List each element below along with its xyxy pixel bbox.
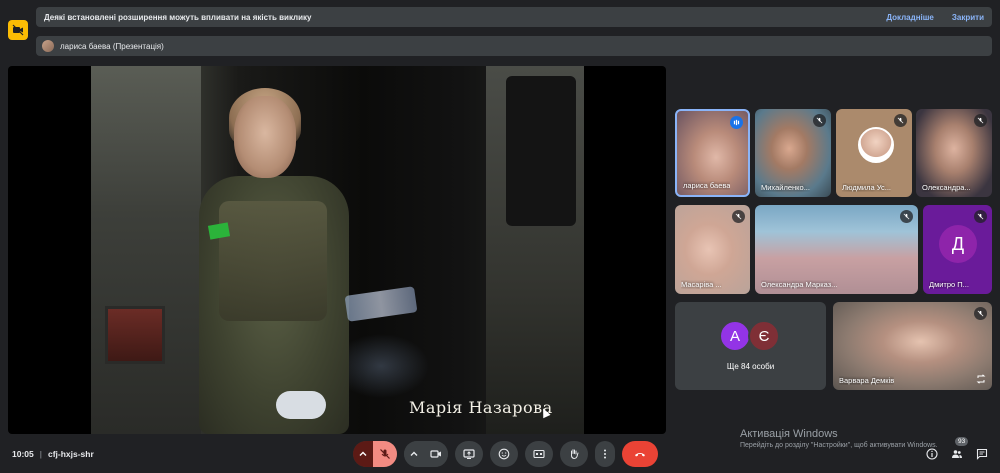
people-button[interactable]: 93	[949, 437, 969, 462]
participant-tile[interactable]: Масаріва ...	[675, 205, 750, 294]
camera-toggle-button[interactable]	[424, 441, 448, 467]
slide-caption: Марія Назарова	[409, 398, 553, 417]
self-view-icon[interactable]	[976, 374, 986, 384]
mic-off-icon	[974, 210, 987, 223]
call-end-icon	[635, 453, 645, 457]
people-icon	[952, 450, 962, 458]
close-banner-link[interactable]: Закрити	[952, 13, 984, 22]
participant-tile[interactable]: Д Дмитро П...	[923, 205, 992, 294]
participant-name: лариса баева	[683, 181, 731, 190]
participant-tile[interactable]: Людмила Ус...	[836, 109, 912, 197]
leave-call-button[interactable]	[622, 441, 658, 467]
presenter-bar: лариса баева (Презентація)	[36, 36, 992, 56]
watermark-subtitle: Перейдіть до розділу "Настройки", щоб ак…	[740, 442, 938, 449]
raise-hand-button[interactable]	[560, 441, 588, 467]
mic-off-icon	[974, 114, 987, 127]
participant-name: Масаріва ...	[681, 280, 722, 289]
mic-off-icon	[900, 210, 913, 223]
van-side	[91, 66, 201, 434]
presentation-slide: Марія Назарова	[91, 66, 584, 434]
soldier-face	[234, 96, 296, 178]
camera-options-button[interactable]	[404, 441, 424, 467]
participant-name: Дмитро П...	[929, 280, 969, 289]
videocam-icon	[430, 450, 441, 458]
participant-tile[interactable]: Михайленко...	[755, 109, 831, 197]
mic-options-button[interactable]	[353, 441, 373, 467]
mic-toggle-button[interactable]	[373, 441, 397, 467]
mic-off-icon	[813, 114, 826, 127]
plastic-bag	[344, 286, 418, 322]
participant-tile[interactable]: Варвара Демків	[833, 302, 992, 390]
reactions-button[interactable]	[490, 441, 518, 467]
van-window	[506, 76, 576, 226]
more-options-button[interactable]	[595, 441, 615, 467]
extension-warning-icon[interactable]	[8, 20, 28, 40]
van-tail-light	[105, 306, 165, 364]
chat-icon	[976, 448, 988, 460]
present-screen-button[interactable]	[455, 441, 483, 467]
participant-name: Олександра...	[922, 183, 971, 192]
chevron-up-icon	[359, 451, 367, 456]
closed-captions-icon	[533, 449, 545, 459]
participants-count-badge: 93	[955, 437, 969, 446]
participant-name: Людмила Ус...	[842, 183, 891, 192]
call-controls	[353, 441, 665, 467]
more-participants-tile[interactable]: А Є Ще 84 особи	[675, 302, 826, 390]
details-link[interactable]: Докладніше	[886, 13, 934, 22]
mic-off-icon	[380, 449, 390, 459]
participant-letter-avatar: Є	[748, 320, 780, 352]
info-icon	[926, 448, 938, 460]
meeting-info: 10:05 | cfj-hxjs-shr	[12, 449, 94, 459]
side-panel-buttons: 93	[924, 437, 999, 462]
windows-activation-watermark: Активація Windows Перейдіть до розділу "…	[740, 428, 938, 449]
chevron-up-icon	[410, 451, 418, 456]
banner-message: Деякі встановлені розширення можуть впли…	[44, 12, 312, 22]
more-vert-icon	[604, 449, 606, 459]
mic-off-icon	[894, 114, 907, 127]
watermark-title: Активація Windows	[740, 428, 838, 440]
meeting-details-button[interactable]	[924, 446, 940, 462]
emoji-icon	[498, 448, 510, 460]
participant-name: Олександра Марказ...	[761, 280, 838, 289]
participant-letter-avatar: Д	[939, 225, 977, 263]
participant-name: Варвара Демків	[839, 376, 895, 385]
presenter-avatar	[42, 40, 54, 52]
mic-control	[353, 441, 397, 467]
meeting-separator: |	[39, 449, 42, 459]
present-screen-icon	[463, 449, 475, 459]
presenter-label: лариса баева (Презентація)	[60, 41, 164, 51]
participant-name: Михайленко...	[761, 183, 810, 192]
captions-button[interactable]	[525, 441, 553, 467]
soldier-vest	[219, 201, 327, 321]
chat-button[interactable]	[974, 446, 990, 462]
participant-tile[interactable]: Олександра Марказ...	[755, 205, 918, 294]
raise-hand-icon	[570, 449, 579, 460]
speaking-indicator-icon	[730, 116, 743, 129]
mic-off-icon	[974, 307, 987, 320]
more-participants-label: Ще 84 особи	[726, 362, 775, 371]
soldier-gloves	[276, 391, 326, 419]
participant-letter-avatar: А	[719, 320, 751, 352]
mic-off-icon	[732, 210, 745, 223]
extension-warning-banner: Деякі встановлені розширення можуть впли…	[36, 7, 992, 27]
participant-tile[interactable]: Олександра...	[916, 109, 992, 197]
participant-tile[interactable]: лариса баева	[675, 109, 750, 197]
meeting-time: 10:05	[12, 449, 34, 459]
main-presentation-stage: Марія Назарова	[8, 66, 666, 434]
meeting-code: cfj-hxjs-shr	[47, 449, 94, 459]
more-participants-avatars: А Є	[719, 320, 780, 352]
camera-control	[404, 441, 448, 467]
participant-avatar	[858, 127, 894, 163]
